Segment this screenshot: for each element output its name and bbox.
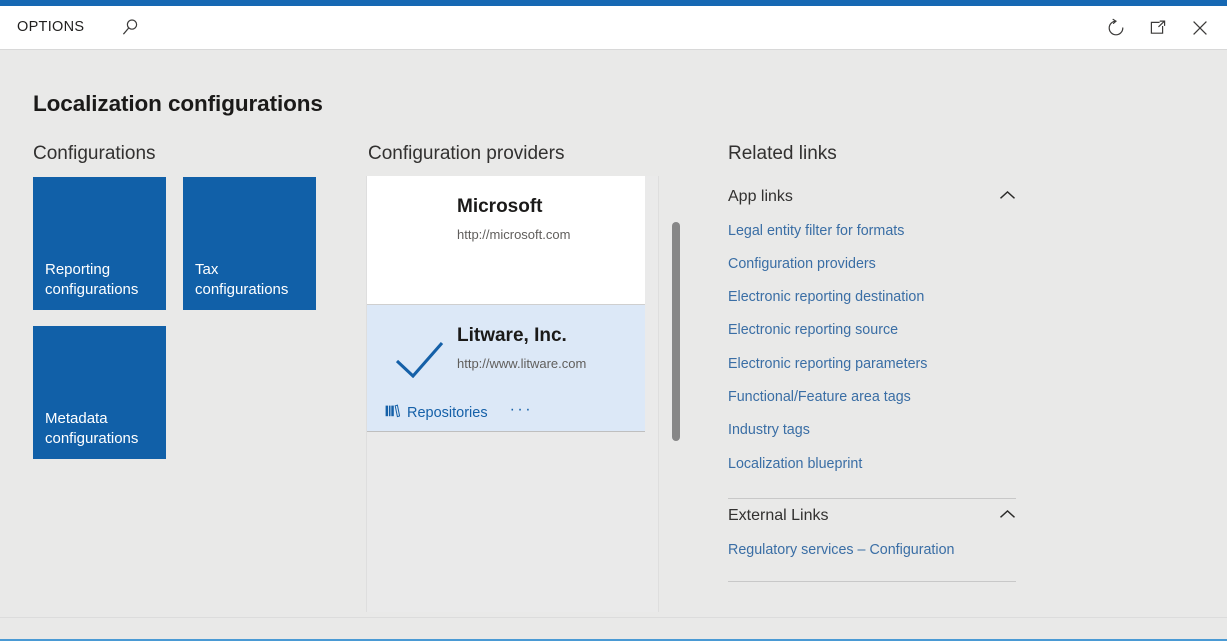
links-group-external-links[interactable]: External Links xyxy=(728,499,1016,533)
configurations-heading: Configurations xyxy=(33,143,156,164)
popout-window-icon[interactable] xyxy=(1137,8,1179,48)
chevron-up-icon[interactable] xyxy=(999,188,1016,206)
chevron-up-icon[interactable] xyxy=(999,507,1016,525)
tile-label: Reporting configurations xyxy=(45,261,139,299)
refresh-icon[interactable] xyxy=(1095,8,1137,48)
configuration-providers-list: Microsoft http://microsoft.com Litware, … xyxy=(366,176,659,612)
provider-url: http://microsoft.com xyxy=(457,226,571,242)
link-electronic-reporting-destination[interactable]: Electronic reporting destination xyxy=(728,281,1016,314)
provider-card-microsoft[interactable]: Microsoft http://microsoft.com xyxy=(367,176,645,305)
link-industry-tags[interactable]: Industry tags xyxy=(728,414,1016,447)
configuration-tiles: Reporting configurations Tax configurati… xyxy=(33,177,323,475)
configuration-providers-heading: Configuration providers xyxy=(368,143,565,164)
link-electronic-reporting-parameters[interactable]: Electronic reporting parameters xyxy=(728,347,1016,380)
links-divider xyxy=(728,580,1016,582)
provider-card-body: Microsoft http://microsoft.com xyxy=(367,176,645,242)
provider-url: http://www.litware.com xyxy=(457,355,587,371)
repositories-label: Repositories xyxy=(407,404,488,421)
provider-name: Litware, Inc. xyxy=(457,325,567,346)
repositories-button[interactable]: Repositories xyxy=(385,404,488,422)
link-functional-feature-area-tags[interactable]: Functional/Feature area tags xyxy=(728,380,1016,413)
provider-overflow-menu-button[interactable]: ··· xyxy=(510,402,533,423)
command-bar: OPTIONS xyxy=(0,6,1227,50)
checkmark-icon xyxy=(394,340,446,383)
books-repository-icon xyxy=(385,404,401,422)
application-window: OPTIONS Localization configurations Conf… xyxy=(0,0,1227,641)
tile-row: Metadata configurations xyxy=(33,326,323,459)
options-button[interactable]: OPTIONS xyxy=(13,14,88,41)
page-title: Localization configurations xyxy=(33,91,323,116)
related-links-panel: App links Legal entity filter for format… xyxy=(728,180,1016,582)
related-links-heading: Related links xyxy=(728,143,837,164)
link-localization-blueprint[interactable]: Localization blueprint xyxy=(728,447,1016,480)
provider-card-actions: Repositories ··· xyxy=(385,402,533,423)
provider-name: Microsoft xyxy=(457,196,543,217)
links-group-title: External Links xyxy=(728,507,829,525)
link-regulatory-services-configuration[interactable]: Regulatory services – Configuration xyxy=(728,533,1016,566)
links-group-title: App links xyxy=(728,188,793,205)
tile-label: Tax configurations xyxy=(195,261,289,299)
close-icon[interactable] xyxy=(1179,8,1221,48)
link-legal-entity-filter-for-formats[interactable]: Legal entity filter for formats xyxy=(728,214,1016,247)
links-group-app-links[interactable]: App links xyxy=(728,180,1016,214)
link-configuration-providers[interactable]: Configuration providers xyxy=(728,247,1016,280)
search-icon[interactable] xyxy=(115,13,145,43)
page-content: Localization configurations Configuratio… xyxy=(0,50,1227,617)
tile-tax-configurations[interactable]: Tax configurations xyxy=(183,177,316,310)
tile-metadata-configurations[interactable]: Metadata configurations xyxy=(33,326,166,459)
tile-row: Reporting configurations Tax configurati… xyxy=(33,177,323,310)
window-controls xyxy=(1095,6,1221,50)
providers-scrollbar[interactable] xyxy=(670,218,682,614)
tile-label: Metadata configurations xyxy=(45,410,139,448)
provider-card-litware[interactable]: Litware, Inc. http://www.litware.com Rep… xyxy=(367,305,645,432)
tile-reporting-configurations[interactable]: Reporting configurations xyxy=(33,177,166,310)
providers-scrollbar-thumb[interactable] xyxy=(672,222,680,441)
link-electronic-reporting-source[interactable]: Electronic reporting source xyxy=(728,314,1016,347)
status-bar xyxy=(0,617,1227,641)
